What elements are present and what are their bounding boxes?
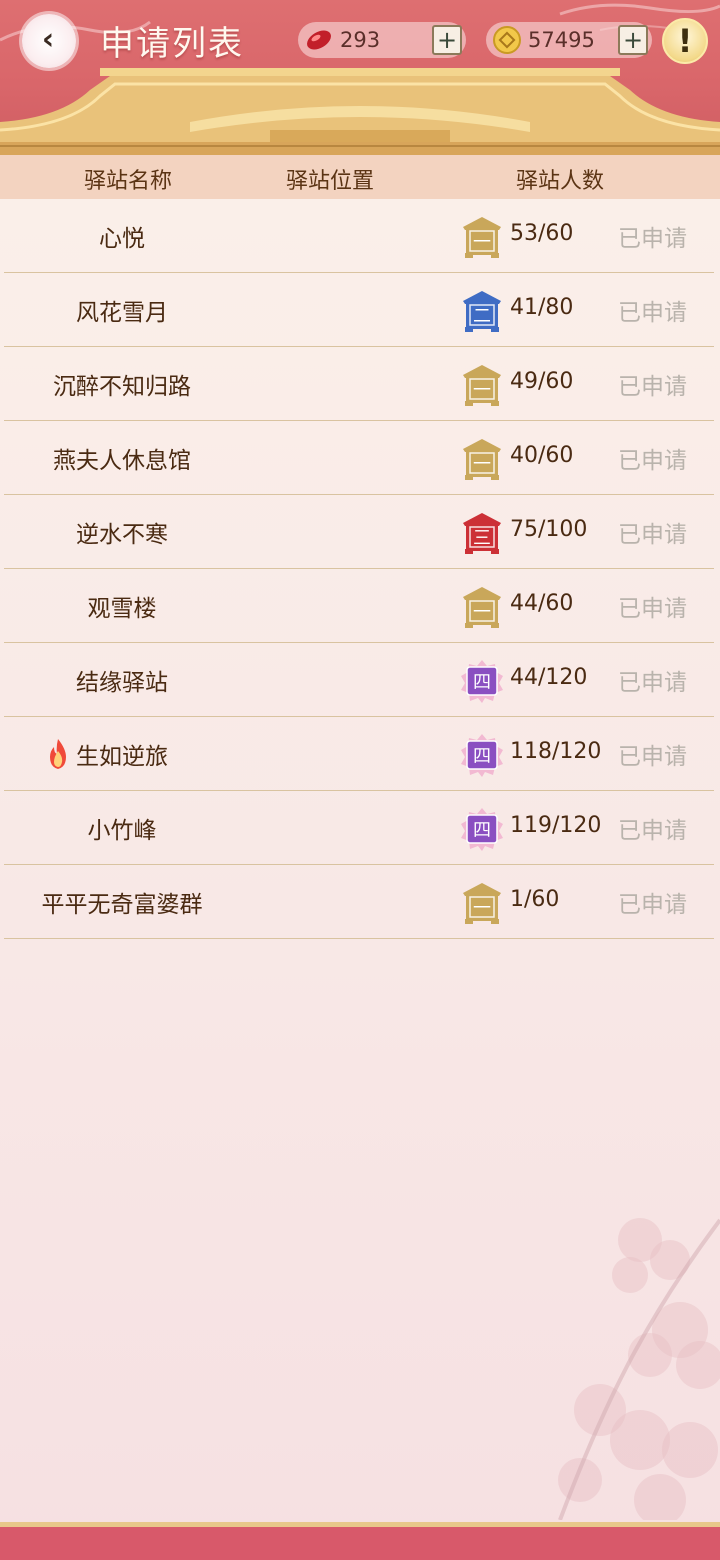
member-count: 119/120 bbox=[510, 813, 602, 838]
tier-badge-icon: 一 bbox=[463, 587, 501, 628]
station-name: 结缘驿站 bbox=[76, 670, 168, 696]
list-item[interactable]: 小竹峰 四 119/120 已申请 bbox=[4, 791, 714, 865]
list-item[interactable]: 观雪楼 一 44/60 已申请 bbox=[4, 569, 714, 643]
member-count: 53/60 bbox=[510, 221, 574, 246]
list-item[interactable]: 心悦 一 53/60 已申请 bbox=[4, 199, 714, 273]
tier-badge-icon: 一 bbox=[463, 439, 501, 480]
tier-label: 四 bbox=[473, 820, 491, 841]
tier-label: 四 bbox=[473, 746, 491, 767]
member-count: 40/60 bbox=[510, 443, 574, 468]
list-item[interactable]: 平平无奇富婆群 一 1/60 已申请 bbox=[4, 865, 714, 939]
coin-balance: 57495 + bbox=[486, 22, 652, 58]
tier-badge-icon: 二 bbox=[463, 291, 501, 332]
member-count: 41/80 bbox=[510, 295, 574, 320]
applied-status: 已申请 bbox=[618, 448, 687, 474]
tier-label: 一 bbox=[473, 232, 491, 253]
member-count: 49/60 bbox=[510, 369, 574, 394]
tier-badge-icon: 四 bbox=[461, 660, 503, 703]
page-title: 申请列表 bbox=[100, 24, 244, 64]
list-item[interactable]: 逆水不寒 三 75/100 已申请 bbox=[4, 495, 714, 569]
station-name: 燕夫人休息馆 bbox=[53, 448, 191, 474]
red-gem-icon bbox=[307, 30, 331, 50]
tier-badge-icon: 一 bbox=[463, 217, 501, 258]
member-count: 44/120 bbox=[510, 665, 588, 690]
flower-decoration bbox=[558, 1218, 720, 1520]
station-name: 逆水不寒 bbox=[76, 522, 168, 548]
tier-label: 一 bbox=[473, 380, 491, 401]
station-name: 风花雪月 bbox=[76, 300, 168, 326]
station-name: 平平无奇富婆群 bbox=[41, 892, 203, 918]
station-name: 沉醉不知归路 bbox=[53, 374, 191, 400]
gem-balance: 293 + bbox=[298, 22, 466, 58]
bottom-bar bbox=[0, 1522, 720, 1560]
station-name: 小竹峰 bbox=[87, 818, 157, 844]
list-item[interactable]: 风花雪月 二 41/80 已申请 bbox=[4, 273, 714, 347]
list-item[interactable]: 沉醉不知归路 一 49/60 已申请 bbox=[4, 347, 714, 421]
application-list: 心悦 一 53/60 已申请 风花雪月 二 41/80 已申请 沉醉不知归路 一… bbox=[4, 199, 714, 939]
tier-label: 一 bbox=[473, 602, 491, 623]
applied-status: 已申请 bbox=[618, 300, 687, 326]
member-count: 44/60 bbox=[510, 591, 574, 616]
tier-label: 一 bbox=[473, 454, 491, 475]
top-header: ‹ 申请列表 293 + 57495 + ! bbox=[0, 0, 720, 155]
tier-badge-icon: 四 bbox=[461, 808, 503, 851]
gold-coin-icon bbox=[493, 26, 521, 54]
station-name: 生如逆旅 bbox=[76, 744, 168, 770]
tier-label: 一 bbox=[473, 898, 491, 919]
applied-status: 已申请 bbox=[618, 670, 687, 696]
tier-badge-icon: 四 bbox=[461, 734, 503, 777]
list-item[interactable]: 燕夫人休息馆 一 40/60 已申请 bbox=[4, 421, 714, 495]
column-members-header: 驿站人数 bbox=[516, 169, 605, 194]
coin-amount: 57495 bbox=[528, 28, 595, 52]
palace-roof-decoration bbox=[0, 68, 720, 155]
column-header: 驿站名称 驿站位置 驿站人数 bbox=[0, 155, 720, 199]
tier-badge-icon: 一 bbox=[463, 883, 501, 924]
applied-status: 已申请 bbox=[618, 744, 687, 770]
tier-label: 三 bbox=[473, 528, 491, 549]
member-count: 118/120 bbox=[510, 739, 602, 764]
applied-status: 已申请 bbox=[618, 596, 687, 622]
add-coins-button[interactable]: + bbox=[618, 25, 648, 55]
station-name: 观雪楼 bbox=[87, 596, 157, 622]
column-name-header: 驿站名称 bbox=[84, 169, 173, 194]
member-count: 1/60 bbox=[510, 887, 560, 912]
list-item[interactable]: 结缘驿站 四 44/120 已申请 bbox=[4, 643, 714, 717]
info-alert-button[interactable]: ! bbox=[662, 18, 708, 64]
applied-status: 已申请 bbox=[618, 892, 687, 918]
applied-status: 已申请 bbox=[618, 818, 687, 844]
applied-status: 已申请 bbox=[618, 226, 687, 252]
tier-label: 二 bbox=[473, 306, 491, 327]
gem-amount: 293 bbox=[340, 28, 381, 52]
tier-badge-icon: 一 bbox=[463, 365, 501, 406]
chevron-left-icon: ‹ bbox=[41, 22, 55, 57]
member-count: 75/100 bbox=[510, 517, 588, 542]
add-gems-button[interactable]: + bbox=[432, 25, 462, 55]
tier-badge-icon: 三 bbox=[463, 513, 501, 554]
applied-status: 已申请 bbox=[618, 374, 687, 400]
column-location-header: 驿站位置 bbox=[286, 169, 375, 194]
tier-label: 四 bbox=[473, 672, 491, 693]
list-item[interactable]: 生如逆旅 四 118/120 已申请 bbox=[4, 717, 714, 791]
station-name: 心悦 bbox=[99, 226, 145, 252]
applied-status: 已申请 bbox=[618, 522, 687, 548]
